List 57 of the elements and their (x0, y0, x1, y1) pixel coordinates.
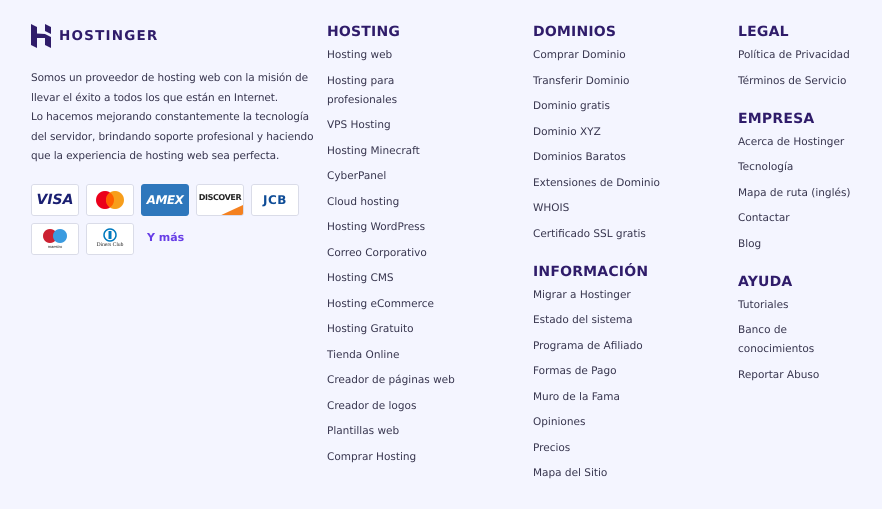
footer-link[interactable]: Creador de páginas web (327, 371, 455, 390)
footer-link[interactable]: Precios (533, 438, 570, 458)
footer-link[interactable]: Comprar Hosting (327, 448, 416, 466)
footer-link[interactable]: Mapa de ruta (inglés) (738, 184, 851, 202)
payment-logo: JCB (251, 184, 299, 216)
footer-link[interactable]: Cloud hosting (327, 192, 400, 212)
logo-icon (31, 24, 51, 48)
more-link[interactable]: Y más (147, 230, 184, 247)
footer-link[interactable]: Hosting CMS (327, 269, 394, 288)
brand-name[interactable]: HOSTINGER (59, 26, 159, 46)
footer-link[interactable]: Hosting web (327, 46, 392, 65)
footer-link[interactable]: Opiniones (533, 413, 586, 432)
section-heading: LEGAL (738, 24, 790, 41)
footer-link[interactable]: Comprar Dominio (533, 46, 626, 65)
footer-link[interactable]: Hosting Minecraft (327, 142, 420, 160)
section-heading: AYUDA (738, 274, 794, 290)
footer-link[interactable]: Dominio gratis (533, 97, 610, 116)
section-heading: HOSTING (327, 24, 402, 41)
payment-logo: DISCOVER (196, 184, 244, 216)
payment-logo: AMEX (141, 184, 189, 216)
footer-link[interactable]: Acerca de Hostinger (738, 132, 844, 152)
payment-logo (86, 184, 134, 216)
footer-link[interactable]: Blog (738, 234, 762, 254)
footer-link[interactable]: Tienda Online (327, 346, 400, 364)
footer-link[interactable]: Estado del sistema (533, 311, 633, 330)
footer-link[interactable]: Hosting eCommerce (327, 294, 434, 314)
footer-link[interactable]: Hosting para profesionales (327, 72, 467, 110)
footer-link[interactable]: WHOIS (533, 199, 570, 218)
section-heading: DOMINIOS (533, 24, 618, 41)
footer-link[interactable]: Certificado SSL gratis (533, 224, 646, 244)
section-heading: EMPRESA (738, 110, 816, 128)
description: Somos un proveedor de hosting web con la misión de llevar el éxito a todos los que están en Internet. Lo hacemos mejorando constantemente la tecnología del servidor, brindando soporte profesional y haciendo que la experiencia de hosting web sea perfecta. (31, 71, 314, 164)
footer-link[interactable]: Tecnología (738, 158, 794, 177)
footer-link[interactable]: Transferir Dominio (533, 72, 630, 90)
footer-link[interactable]: Política de Privacidad (738, 46, 850, 65)
footer-link[interactable]: Plantillas web (327, 422, 400, 441)
footer-link[interactable]: Dominios Baratos (533, 148, 626, 167)
section-heading: INFORMACIÓN (533, 264, 650, 280)
footer-link[interactable]: Mapa del Sitio (533, 464, 608, 483)
footer-link[interactable]: Hosting WordPress (327, 218, 426, 237)
footer-link[interactable]: VPS Hosting (327, 116, 391, 135)
footer-link[interactable]: Creador de logos (327, 396, 416, 416)
payment-logo: VISA (31, 184, 79, 216)
footer-link[interactable]: CyberPanel (327, 167, 386, 186)
footer-link[interactable]: Migrar a Hostinger (533, 286, 631, 304)
footer-link[interactable]: Muro de la Fama (533, 388, 620, 406)
footer-link[interactable]: Programa de Afiliado (533, 336, 643, 356)
footer-link[interactable]: Reportar Abuso (738, 366, 820, 384)
footer-link[interactable]: Contactar (738, 209, 790, 228)
footer-link[interactable]: Banco de conocimientos (738, 321, 856, 359)
footer-link[interactable]: Formas de Pago (533, 362, 617, 381)
footer-link[interactable]: Dominio XYZ (533, 122, 601, 142)
footer-link[interactable]: Extensiones de Dominio (533, 174, 660, 192)
footer-link[interactable]: Términos de Servicio (738, 72, 846, 90)
footer-link[interactable]: Correo Corporativo (327, 244, 427, 262)
footer-link[interactable]: Tutoriales (738, 296, 789, 314)
footer-link[interactable]: Hosting Gratuito (327, 320, 414, 339)
